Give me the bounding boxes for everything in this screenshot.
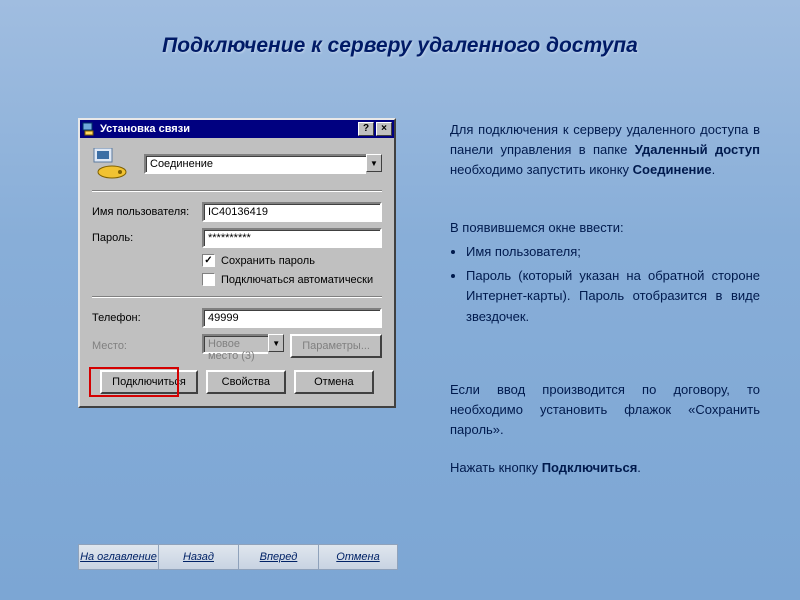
username-input[interactable]: IC40136419 — [202, 202, 382, 222]
nav-cancel[interactable]: Отмена — [318, 544, 398, 570]
password-label: Пароль: — [92, 232, 202, 244]
params-button: Параметры... — [290, 334, 382, 358]
dialup-icon — [82, 122, 96, 136]
nav-toc[interactable]: На оглавление — [78, 544, 158, 570]
help-button[interactable]: ? — [358, 122, 374, 136]
paragraph-1: Для подключения к серверу удаленного дос… — [450, 120, 760, 180]
connection-name-field[interactable]: Соединение — [144, 154, 366, 174]
place-label: Место: — [92, 340, 202, 352]
phone-input[interactable]: 49999 — [202, 308, 382, 328]
connection-dialog: Установка связи ? × Соединение ▼ Имя пол… — [78, 118, 396, 408]
connection-dropdown-icon[interactable]: ▼ — [366, 154, 382, 172]
titlebar-text: Установка связи — [100, 123, 190, 135]
properties-button[interactable]: Свойства — [206, 370, 286, 394]
cancel-button[interactable]: Отмена — [294, 370, 374, 394]
nav-back[interactable]: Назад — [158, 544, 238, 570]
close-button[interactable]: × — [376, 122, 392, 136]
titlebar[interactable]: Установка связи ? × — [80, 120, 394, 138]
list-item: Пароль (который указан на обратной сторо… — [466, 266, 760, 326]
connect-highlight — [89, 367, 179, 397]
paragraph-3: Если ввод производится по договору, то н… — [450, 380, 760, 440]
nav-bar: На оглавление Назад Вперед Отмена — [78, 544, 398, 570]
username-label: Имя пользователя: — [92, 206, 202, 218]
password-input[interactable]: ********** — [202, 228, 382, 248]
save-password-checkbox[interactable] — [202, 254, 215, 267]
save-password-label: Сохранить пароль — [221, 255, 315, 267]
connection-icon — [92, 148, 134, 180]
place-dropdown-icon: ▼ — [268, 334, 284, 352]
list-item: Имя пользователя; — [466, 242, 760, 262]
slide-title: Подключение к серверу удаленного доступа — [0, 34, 800, 58]
auto-connect-label: Подключаться автоматически — [221, 274, 373, 286]
paragraph-2: В появившемся окне ввести: Имя пользоват… — [450, 218, 760, 331]
paragraph-4: Нажать кнопку Подключиться. — [450, 458, 760, 478]
phone-label: Телефон: — [92, 312, 202, 324]
place-select: Новое место (3) — [202, 334, 268, 354]
auto-connect-checkbox[interactable] — [202, 273, 215, 286]
nav-forward[interactable]: Вперед — [238, 544, 318, 570]
